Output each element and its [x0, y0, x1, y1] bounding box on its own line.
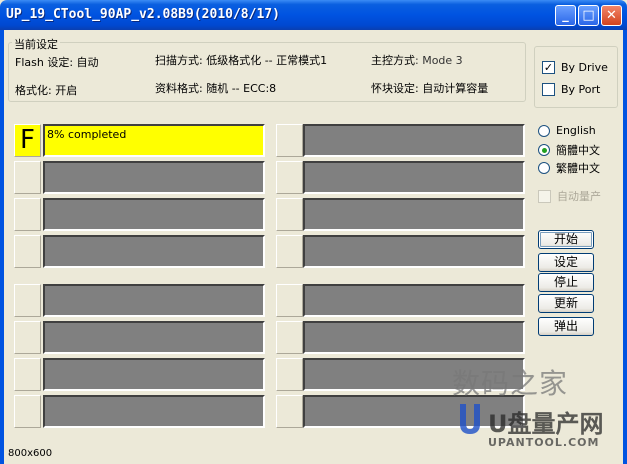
by-port-label: By Port: [561, 83, 601, 96]
badblock-value: : 自动计算容量: [415, 82, 489, 95]
controller-value: : Mode 3: [415, 54, 463, 67]
data-format-value: : 随机 -- ECC:8: [199, 82, 277, 95]
slot-progress-idle: [303, 124, 525, 157]
slot-port-button[interactable]: [276, 235, 303, 268]
scan-setting: 扫描方式: 低级格式化 -- 正常模式1: [155, 52, 327, 68]
slot-port-button[interactable]: [276, 321, 303, 354]
title-bar[interactable]: UP_19_CTool_90AP_v2.08B9(2010/8/17) _ □ …: [0, 0, 627, 30]
slot-port-button[interactable]: [14, 321, 41, 354]
stop-button[interactable]: 停止: [538, 273, 594, 292]
slot-port-button[interactable]: [14, 395, 41, 428]
slot-progress-idle: [303, 198, 525, 231]
slot-port-button[interactable]: [276, 395, 303, 428]
language-option-simplified[interactable]: 簡體中文: [538, 142, 600, 158]
scan-label: 扫描方式: [155, 54, 199, 67]
by-drive-option[interactable]: ✓ By Drive: [542, 61, 608, 74]
slot-progress-idle: [43, 321, 265, 354]
eject-button[interactable]: 弹出: [538, 317, 594, 336]
data-format-label: 资料格式: [155, 82, 199, 95]
language-label-simplified: 簡體中文: [556, 144, 600, 157]
auto-production-option: 自动量产: [538, 188, 601, 204]
slot-port-button[interactable]: [14, 198, 41, 231]
slot-port-button[interactable]: [276, 161, 303, 194]
badblock-label: 怀块设定: [371, 82, 415, 95]
watermark-text-2: U盘量产网: [488, 410, 604, 438]
slot-port-button[interactable]: [276, 198, 303, 231]
slot-progress-idle: [43, 358, 265, 391]
watermark-text-3: UPANTOOL.COM: [488, 436, 600, 449]
slot-progress-idle: [43, 161, 265, 194]
flash-value: : 自动: [69, 56, 99, 69]
by-port-checkbox[interactable]: [542, 83, 555, 96]
slot-progress-idle: [43, 395, 265, 428]
drive-mode-group: [534, 46, 618, 108]
by-drive-label: By Drive: [561, 61, 608, 74]
language-label-english: English: [556, 124, 596, 137]
minimize-button[interactable]: _: [555, 5, 576, 26]
language-option-english[interactable]: English: [538, 124, 596, 137]
format-label: 格式化: [15, 84, 48, 97]
controller-label: 主控方式: [371, 54, 415, 67]
status-resolution: 800x600: [8, 448, 53, 459]
radio-simplified[interactable]: [538, 144, 550, 156]
slot-port-button[interactable]: [276, 124, 303, 157]
slot-progress-idle: [303, 235, 525, 268]
slot-port-button[interactable]: [276, 284, 303, 317]
slot-progress-idle: [303, 284, 525, 317]
slot-progress-idle: [43, 198, 265, 231]
slot-progress-active: 8% completed: [43, 124, 265, 157]
format-setting: 格式化: 开启: [15, 82, 77, 98]
radio-traditional[interactable]: [538, 162, 550, 174]
slot-drive-letter[interactable]: F: [14, 124, 41, 157]
flash-setting: Flash 设定: 自动: [15, 54, 99, 70]
radio-selected-dot: [541, 147, 547, 153]
update-button[interactable]: 更新: [538, 294, 594, 313]
slot-progress-idle: [43, 235, 265, 268]
slot-progress-idle: [43, 284, 265, 317]
slot-port-button[interactable]: [14, 235, 41, 268]
format-value: : 开启: [48, 84, 78, 97]
start-button[interactable]: 开始: [538, 230, 594, 249]
language-option-traditional[interactable]: 繁體中文: [538, 160, 600, 176]
window-title: UP_19_CTool_90AP_v2.08B9(2010/8/17): [6, 7, 280, 22]
slot-port-button[interactable]: [14, 284, 41, 317]
controller-setting: 主控方式: Mode 3: [371, 52, 463, 68]
data-format-setting: 资料格式: 随机 -- ECC:8: [155, 80, 276, 96]
by-port-option[interactable]: By Port: [542, 83, 600, 96]
slot-status-text: 8% completed: [47, 128, 127, 141]
slot-progress-idle: [303, 161, 525, 194]
watermark-text-1: 数码之家: [452, 367, 569, 400]
settings-button[interactable]: 设定: [538, 253, 594, 272]
upantool-logo-icon: [460, 404, 480, 434]
flash-label: Flash 设定: [15, 56, 70, 69]
auto-production-checkbox: [538, 189, 551, 203]
close-button[interactable]: ✕: [601, 5, 622, 26]
scan-value: : 低级格式化 -- 正常模式1: [199, 54, 328, 67]
slot-port-button[interactable]: [14, 358, 41, 391]
slot-progress-idle: [303, 321, 525, 354]
auto-production-label: 自动量产: [557, 190, 601, 203]
settings-group-title: 当前设定: [12, 36, 60, 52]
language-label-traditional: 繁體中文: [556, 162, 600, 175]
slot-port-button[interactable]: [14, 161, 41, 194]
radio-english[interactable]: [538, 124, 550, 137]
by-drive-checkbox[interactable]: ✓: [542, 61, 555, 74]
window-frame-right: [623, 30, 627, 464]
badblock-setting: 怀块设定: 自动计算容量: [371, 80, 488, 96]
maximize-button[interactable]: □: [578, 5, 599, 26]
slot-port-button[interactable]: [276, 358, 303, 391]
